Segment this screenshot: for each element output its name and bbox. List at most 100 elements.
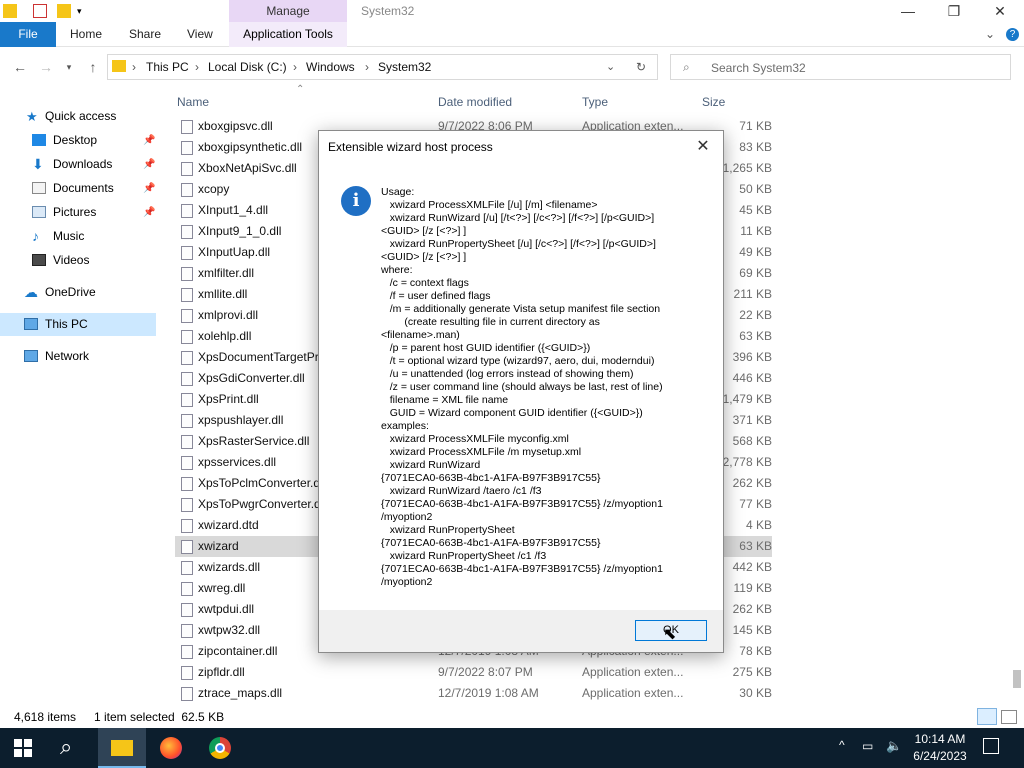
notification-icon[interactable] [983,738,999,754]
file-icon [181,498,193,512]
file-name: XpsToPclmConverter.dl [198,476,323,490]
address-bar[interactable]: › This PC › Local Disk (C:) › Windows › … [107,54,658,80]
file-date: 12/7/2019 1:08 AM [438,686,539,700]
file-name: XpsRasterService.dll [198,434,310,448]
file-icon [181,120,193,134]
file-icon [181,456,193,470]
scrollbar[interactable] [1010,87,1024,707]
file-icon [181,519,193,533]
nav-item-network[interactable]: Network [0,345,156,368]
network-icon[interactable]: ▭ [862,739,873,753]
show-hidden-icons-icon[interactable]: ^ [839,738,845,752]
column-header-type[interactable]: Type [582,95,608,109]
breadcrumb-windows[interactable]: Windows [306,60,355,74]
nav-item-music[interactable]: ♪ Music [0,225,156,248]
details-view-icon[interactable] [977,708,997,725]
volume-icon[interactable]: 🔈 [886,738,902,754]
tab-share[interactable]: Share [129,22,161,47]
file-name: xolehlp.dll [198,329,252,343]
column-header-size[interactable]: Size [702,95,725,109]
tab-file[interactable]: File [0,22,56,47]
file-name: zipfldr.dll [198,665,245,679]
minimize-button[interactable]: — [885,0,931,22]
file-icon [181,141,193,155]
breadcrumb-separator-icon[interactable]: › [132,60,136,74]
star-icon: ★ [26,109,38,124]
file-name: xmllite.dll [198,287,248,301]
help-icon[interactable]: ? [1006,28,1019,41]
file-type: Application exten... [582,665,684,679]
tab-home[interactable]: Home [70,22,102,47]
address-row: ← → ▾ ↑ › This PC › Local Disk (C:) › Wi… [0,47,1024,87]
firefox-icon[interactable] [160,737,182,759]
folder-icon [112,60,126,72]
file-name: xmlprovi.dll [198,308,259,322]
manage-tab[interactable]: Manage [229,0,347,22]
clock-time[interactable]: 10:14 AM [905,732,975,746]
recent-locations-icon[interactable]: ▾ [59,57,79,77]
nav-item-this-pc[interactable]: This PC [0,313,156,336]
breadcrumb-separator-icon[interactable]: › [195,60,199,74]
new-folder-icon[interactable] [57,4,71,18]
nav-item-desktop[interactable]: Desktop 📌 [0,129,156,152]
file-row[interactable]: ztrace_maps.dll 12/7/2019 1:08 AM Applicat… [175,683,772,704]
file-name: XpsGdiConverter.dll [198,371,305,385]
search-icon: ⌕ [683,60,690,74]
tab-view[interactable]: View [187,22,213,47]
column-header-date[interactable]: Date modified [438,95,512,109]
tab-application-tools[interactable]: Application Tools [229,22,347,47]
properties-icon[interactable] [33,4,47,18]
breadcrumb-local-disk[interactable]: Local Disk (C:) [208,60,287,74]
clock-date[interactable]: 6/24/2023 [905,749,975,763]
file-name: xwizard [198,539,239,553]
pin-icon: 📌 [143,207,156,218]
breadcrumb-separator-icon[interactable]: › [293,60,297,74]
scrollbar-thumb[interactable] [1013,670,1021,688]
search-icon[interactable]: ⌕ [60,734,72,760]
forward-arrow-icon[interactable]: → [36,57,56,77]
folder-icon [111,740,133,756]
large-icons-view-icon[interactable] [1001,710,1017,724]
nav-item-downloads[interactable]: ⬇ Downloads 📌 [0,153,156,176]
back-arrow-icon[interactable]: ← [10,57,30,77]
breadcrumb-this-pc[interactable]: This PC [146,60,189,74]
nav-item-onedrive[interactable]: ☁ OneDrive [0,281,156,304]
refresh-icon[interactable]: ↻ [636,60,646,74]
search-input[interactable]: ⌕ Search System32 [670,54,1011,80]
computer-icon [24,318,38,330]
customize-quick-access-icon[interactable]: ▾ [77,4,91,18]
maximize-button[interactable]: ❐ [931,0,977,22]
nav-item-pictures[interactable]: Pictures 📌 [0,201,156,224]
file-icon [181,372,193,386]
file-name: xwtpw32.dll [198,623,261,637]
expand-ribbon-icon[interactable]: ⌄ [985,22,995,47]
dialog-close-icon[interactable]: ✕ [691,136,715,156]
folder-icon [3,4,17,18]
application-icon [181,540,193,554]
nav-item-videos[interactable]: Videos [0,249,156,272]
dialog-footer: OK ⬉ [319,610,723,652]
column-header-name[interactable]: Name [177,95,209,109]
file-row[interactable]: zipfldr.dll 9/7/2022 8:07 PM Application e… [175,662,772,683]
nav-item-documents[interactable]: Documents 📌 [0,177,156,200]
file-icon [181,309,193,323]
dialog-message: Usage: xwizard ProcessXMLFile [/u] [/m] … [381,186,663,588]
file-name: xwizards.dll [198,560,261,574]
file-name: XInput1_4.dll [198,203,269,217]
address-dropdown-icon[interactable]: ⌄ [606,60,615,73]
file-size: 275 KB [732,665,772,679]
up-arrow-icon[interactable]: ↑ [83,57,103,77]
breadcrumb-separator-icon[interactable]: › [365,60,369,74]
file-icon [181,435,193,449]
file-icon [181,225,193,239]
breadcrumb-system32[interactable]: System32 [378,60,431,74]
file-explorer-taskbar-button[interactable] [98,728,146,768]
file-icon [181,645,193,659]
windows-start-icon[interactable] [14,739,32,757]
message-dialog: Extensible wizard host process ✕ i Usage… [318,130,724,653]
nav-item-quick-access[interactable]: ★ Quick access [0,105,156,128]
cloud-icon: ☁ [24,284,38,300]
file-icon [181,393,193,407]
close-button[interactable]: ✕ [977,0,1023,22]
chrome-icon[interactable] [209,737,231,759]
